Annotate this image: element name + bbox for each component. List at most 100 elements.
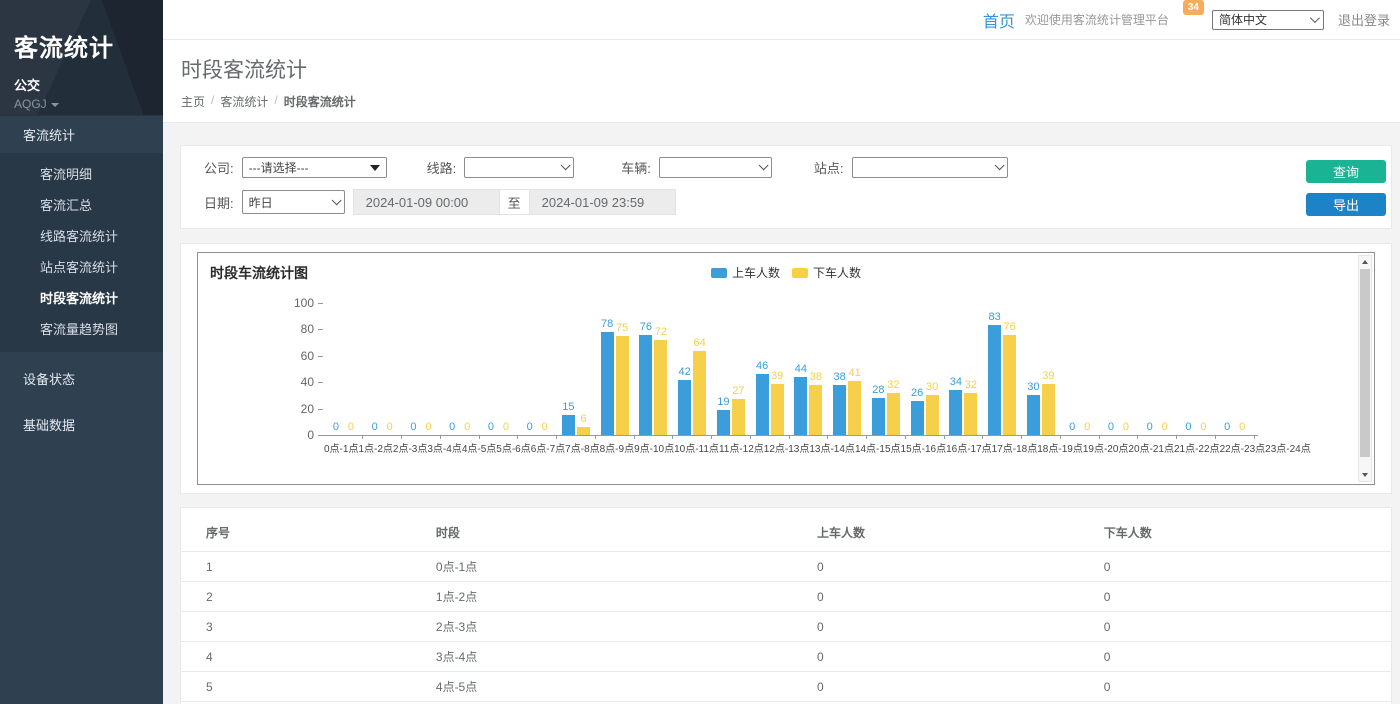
x-axis-label: 22点-23点: [1220, 440, 1266, 455]
logout-link[interactable]: 退出登录: [1338, 10, 1390, 29]
x-axis-label: 21点-22点: [1174, 440, 1220, 455]
date-preset-select[interactable]: 昨日: [242, 190, 345, 214]
data-table: 序号 时段 上车人数 下车人数 10点-1点0021点-2点0032点-3点00…: [181, 516, 1391, 704]
x-axis-label: 12点-13点: [764, 440, 810, 455]
bar-rect: [639, 335, 652, 435]
sidebar-subitem[interactable]: 客流明细: [0, 158, 163, 189]
table-header-row: 序号 时段 上车人数 下车人数: [181, 516, 1391, 552]
chart-scrollbar-thumb[interactable]: [1360, 269, 1370, 457]
bar-rect: [833, 385, 846, 435]
alighting-bar: 72: [654, 303, 667, 435]
boarding-bar: 83: [988, 303, 1001, 435]
legend-boarding[interactable]: 上车人数: [711, 264, 780, 281]
alighting-bar: 0: [344, 303, 357, 435]
bar-value-label: 38: [834, 371, 846, 383]
sidebar-subitem[interactable]: 客流量趋势图: [0, 313, 163, 344]
chevron-down-icon: [759, 160, 769, 170]
bar-value-label: 26: [911, 387, 923, 399]
table-cell: 0: [792, 552, 1079, 582]
bar-value-label: 44: [795, 363, 807, 375]
breadcrumb-home[interactable]: 主页: [181, 93, 205, 110]
boarding-bar: 0: [1104, 303, 1117, 435]
filter-row-1: 公司: ---请选择--- 线路: 车辆: 站点:: [204, 157, 1371, 178]
filter-row-2: 日期: 昨日 2024-01-09 00:00 至 2024-01-09 23:…: [204, 189, 1371, 215]
station-select[interactable]: [852, 157, 1008, 178]
vehicle-select[interactable]: [659, 157, 772, 178]
table-cell: 5: [181, 672, 411, 702]
bar-rect: [794, 377, 807, 435]
bar-rect: [1003, 335, 1016, 435]
bar-value-label: 0: [1239, 421, 1245, 433]
y-axis-tick-label: 20: [270, 402, 314, 416]
start-date-input[interactable]: 2024-01-09 00:00: [353, 189, 500, 215]
table-cell: 0: [792, 642, 1079, 672]
alighting-bar: 30: [926, 303, 939, 435]
company-select-value: ---请选择---: [249, 159, 309, 176]
y-axis-tick-label: 0: [270, 428, 314, 442]
chart-title: 时段车流统计图: [210, 263, 308, 283]
sidebar-subitem[interactable]: 站点客流统计: [0, 251, 163, 282]
chart-category-group: 00: [363, 303, 402, 435]
bar-rect: [1027, 395, 1040, 435]
chart-scrollbar[interactable]: [1358, 255, 1372, 482]
x-axis-label: 4点-5点: [462, 440, 496, 455]
org-code-dropdown[interactable]: AQGJ: [14, 97, 149, 111]
home-link[interactable]: 首页: [983, 8, 1015, 32]
chart-category-group: 4438: [789, 303, 828, 435]
breadcrumb: 主页 / 客流统计 / 时段客流统计: [181, 93, 1400, 110]
boarding-bar: 0: [1066, 303, 1079, 435]
sidebar-subitem[interactable]: 客流汇总: [0, 189, 163, 220]
language-select[interactable]: 简体中文: [1212, 10, 1324, 30]
chart-category-group: 2630: [905, 303, 944, 435]
x-axis-label: 2点-3点: [393, 440, 427, 455]
bar-value-label: 27: [732, 385, 744, 397]
table-cell: 0: [1079, 642, 1391, 672]
x-axis-label: 18点-19点: [1037, 440, 1083, 455]
x-axis-label: 8点-9点: [600, 440, 634, 455]
line-label: 线路:: [427, 158, 457, 177]
bar-rect: [949, 390, 962, 435]
alighting-bar: 39: [771, 303, 784, 435]
sidebar-section[interactable]: 客流统计: [0, 115, 163, 153]
x-axis-label: 23点-24点: [1265, 440, 1311, 455]
bar-rect: [988, 325, 1001, 435]
sidebar-section[interactable]: 基础数据: [0, 405, 163, 444]
legend-alighting[interactable]: 下车人数: [792, 264, 861, 281]
table-cell: 0: [1079, 612, 1391, 642]
breadcrumb-section[interactable]: 客流统计: [220, 93, 268, 110]
chart-x-axis: [318, 435, 1258, 436]
date-label: 日期:: [204, 193, 234, 212]
query-button[interactable]: 查询: [1306, 160, 1386, 183]
col-header-boarding: 上车人数: [792, 516, 1079, 552]
export-button[interactable]: 导出: [1306, 193, 1386, 216]
end-date-input[interactable]: 2024-01-09 23:59: [529, 189, 676, 215]
bar-value-label: 28: [872, 384, 884, 396]
x-axis-label: 13点-14点: [809, 440, 855, 455]
bar-rect: [717, 410, 730, 435]
alighting-bar: 0: [461, 303, 474, 435]
chart-category-group: 00: [1215, 303, 1254, 435]
bar-value-label: 0: [333, 421, 339, 433]
alighting-bar: 0: [383, 303, 396, 435]
bar-value-label: 0: [387, 421, 393, 433]
line-select[interactable]: [464, 157, 574, 178]
bar-rect: [601, 332, 614, 435]
app-window: 客流统计 公交 AQGJ 客流统计客流明细客流汇总线路客流统计站点客流统计时段客…: [0, 0, 1400, 704]
sidebar-section[interactable]: 设备状态: [0, 359, 163, 398]
alighting-bar: 38: [809, 303, 822, 435]
sidebar-subitem[interactable]: 线路客流统计: [0, 220, 163, 251]
boarding-bar: 0: [523, 303, 536, 435]
bar-rect: [911, 401, 924, 435]
bar-value-label: 42: [679, 366, 691, 378]
bar-value-label: 0: [1069, 421, 1075, 433]
sidebar-submenu: 客流明细客流汇总线路客流统计站点客流统计时段客流统计客流量趋势图: [0, 153, 163, 352]
bar-rect: [1042, 384, 1055, 435]
table-body: 10点-1点0021点-2点0032点-3点0043点-4点0054点-5点00…: [181, 552, 1391, 704]
sidebar-subitem[interactable]: 时段客流统计: [0, 282, 163, 313]
company-select[interactable]: ---请选择---: [242, 157, 387, 178]
scroll-down-arrow[interactable]: [1359, 469, 1371, 481]
bar-value-label: 0: [372, 421, 378, 433]
alighting-bar: 64: [693, 303, 706, 435]
scroll-up-arrow[interactable]: [1359, 256, 1371, 268]
topbar-right: 首页 欢迎使用客流统计管理平台 34 简体中文 退出登录: [983, 8, 1390, 32]
